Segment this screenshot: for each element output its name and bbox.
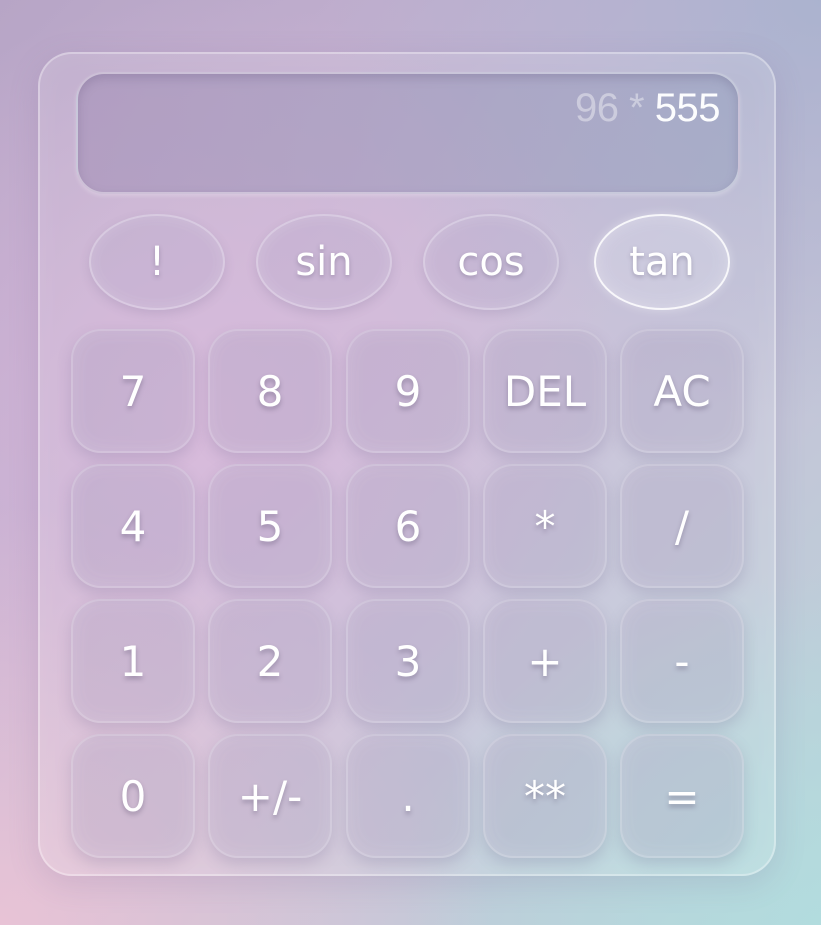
display-expression: 96 * [574, 86, 645, 130]
calculator-display: 96 * 555 [76, 72, 740, 194]
multiply-button[interactable]: * [483, 464, 607, 588]
digit-1-button[interactable]: 1 [71, 599, 195, 723]
digit-0-button[interactable]: 0 [71, 734, 195, 858]
divide-button[interactable]: / [620, 464, 744, 588]
display-current-value: 555 [654, 86, 721, 130]
delete-button[interactable]: DEL [483, 329, 607, 453]
digit-3-button[interactable]: 3 [346, 599, 470, 723]
tan-button[interactable]: tan [594, 214, 730, 310]
display-text: 96 * 555 [574, 86, 721, 131]
equals-button[interactable]: = [620, 734, 744, 858]
decimal-point-button[interactable]: . [346, 734, 470, 858]
digit-2-button[interactable]: 2 [208, 599, 332, 723]
digit-5-button[interactable]: 5 [208, 464, 332, 588]
all-clear-button[interactable]: AC [620, 329, 744, 453]
add-button[interactable]: + [483, 599, 607, 723]
power-button[interactable]: ** [483, 734, 607, 858]
factorial-button[interactable]: ! [89, 214, 225, 310]
digit-8-button[interactable]: 8 [208, 329, 332, 453]
digit-7-button[interactable]: 7 [71, 329, 195, 453]
negate-button[interactable]: +/- [208, 734, 332, 858]
digit-6-button[interactable]: 6 [346, 464, 470, 588]
sin-button[interactable]: sin [256, 214, 392, 310]
subtract-button[interactable]: - [620, 599, 744, 723]
cos-button[interactable]: cos [423, 214, 559, 310]
digit-4-button[interactable]: 4 [71, 464, 195, 588]
digit-9-button[interactable]: 9 [346, 329, 470, 453]
